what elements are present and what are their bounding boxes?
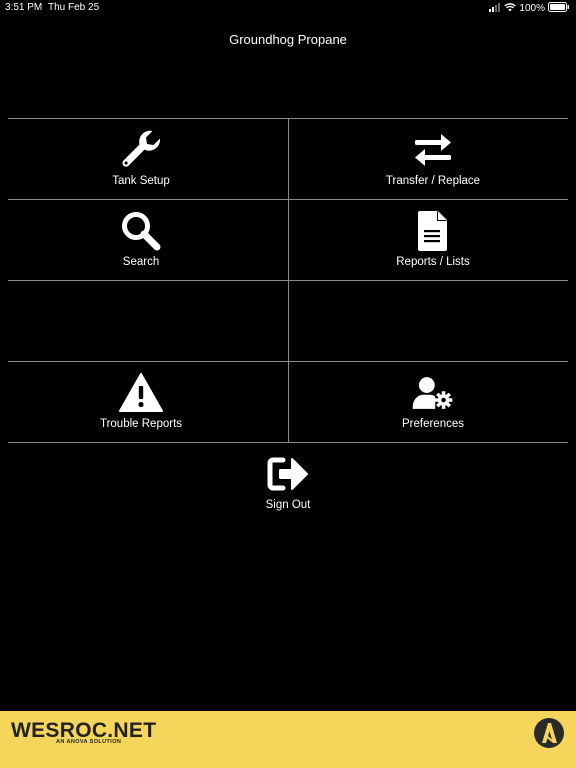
exchange-arrows-icon xyxy=(411,129,455,171)
sign-out-icon xyxy=(266,453,310,495)
preferences-label: Preferences xyxy=(401,418,464,430)
user-gear-icon xyxy=(411,372,455,414)
document-icon xyxy=(411,210,455,252)
transfer-replace-button[interactable]: Transfer / Replace xyxy=(293,119,573,199)
grid-divider-vertical xyxy=(288,118,289,442)
sign-out-label: Sign Out xyxy=(265,499,311,511)
preferences-button[interactable]: Preferences xyxy=(293,362,573,442)
warning-triangle-icon xyxy=(119,372,163,414)
trouble-reports-label: Trouble Reports xyxy=(99,418,183,430)
battery-icon xyxy=(548,2,570,15)
battery-percentage: 100% xyxy=(519,3,545,14)
magnifier-icon xyxy=(119,210,163,252)
status-time: 3:51 PM xyxy=(5,2,43,13)
wrench-icon xyxy=(119,129,163,171)
anova-logo-icon xyxy=(533,717,565,754)
page-title: Groundhog Propane xyxy=(229,32,347,47)
status-bar: 3:51 PM Thu Feb 25 100% xyxy=(0,0,576,16)
status-indicators: 100% xyxy=(489,2,570,15)
cellular-signal-icon xyxy=(489,2,501,15)
sign-out-button[interactable]: Sign Out xyxy=(148,443,428,523)
tank-setup-button[interactable]: Tank Setup xyxy=(1,119,281,199)
trouble-reports-button[interactable]: Trouble Reports xyxy=(1,362,281,442)
status-date: Thu Feb 25 xyxy=(48,2,100,13)
wifi-icon xyxy=(504,2,517,15)
reports-lists-button[interactable]: Reports / Lists xyxy=(293,200,573,280)
reports-lists-label: Reports / Lists xyxy=(396,256,470,268)
search-button[interactable]: Search xyxy=(1,200,281,280)
footer-banner: WESROC.NET AN ANOVA SOLUTION xyxy=(0,711,576,768)
search-label: Search xyxy=(122,256,160,268)
footer-tagline: AN ANOVA SOLUTION xyxy=(56,739,122,745)
transfer-replace-label: Transfer / Replace xyxy=(385,175,481,187)
tank-setup-label: Tank Setup xyxy=(112,175,170,187)
